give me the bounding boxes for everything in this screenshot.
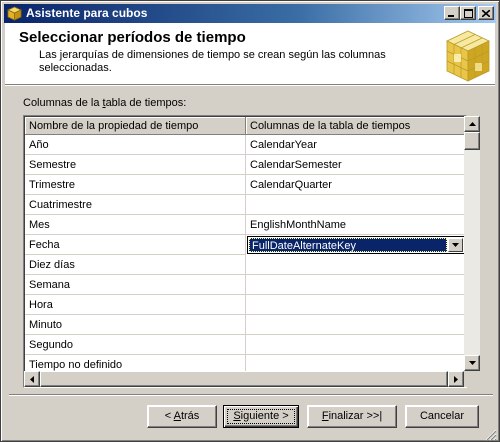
caption-part: Columnas de la [23,97,103,109]
header-divider [5,85,495,86]
property-name-cell[interactable]: Minuto [25,315,246,335]
arrow-left-icon [30,375,34,383]
window-title: Asistente para cubos [26,6,148,20]
cube-wizard-window: Asistente para cubos Seleccionar período… [0,0,500,442]
table-row[interactable]: Minuto [25,315,465,335]
table-row[interactable]: Segundo [25,335,465,355]
back-button[interactable]: < Atrás [147,405,217,428]
cancel-button[interactable]: Cancelar [405,405,479,428]
property-name-cell[interactable]: Semana [25,275,246,295]
scroll-corner [464,371,480,387]
dropdown-selected-value[interactable]: FullDateAlternateKey [249,238,447,252]
cube-app-icon [7,6,22,21]
page-title: Seleccionar períodos de tiempo [19,29,246,46]
cube-graphic-icon [446,30,490,82]
maximize-button[interactable] [460,6,476,20]
table-column-cell[interactable] [246,295,465,315]
scroll-up-button[interactable] [464,116,480,132]
arrow-up-icon [468,122,476,126]
table-column-cell[interactable] [246,315,465,335]
close-button[interactable] [478,6,494,20]
header-property-name[interactable]: Nombre de la propiedad de tiempo [25,117,246,135]
property-name-cell[interactable]: Año [25,135,246,155]
property-name-cell[interactable]: Segundo [25,335,246,355]
table-column-cell[interactable] [246,195,465,215]
property-name-cell[interactable]: Diez días [25,255,246,275]
table-row[interactable]: Semestre CalendarSemester [25,155,465,175]
finish-mnemonic: F [321,410,329,422]
table-row[interactable]: Fecha FullDateAlternateKey [25,235,465,255]
table-column-cell[interactable] [246,255,465,275]
property-name-cell[interactable]: Semestre [25,155,246,175]
property-name-cell[interactable]: Hora [25,295,246,315]
property-name-cell[interactable]: Trimestre [25,175,246,195]
focus-rect [227,409,295,424]
maximize-icon [463,8,473,18]
title-bar[interactable]: Asistente para cubos [4,4,496,23]
table-row[interactable]: Hora [25,295,465,315]
next-button[interactable]: Siguiente > [223,405,299,428]
vertical-scroll-thumb[interactable] [464,132,480,150]
finish-button[interactable]: Finalizar >>| [307,405,397,428]
minimize-button[interactable] [444,6,460,20]
button-separator [9,394,493,396]
table-column-cell[interactable] [246,275,465,295]
arrow-right-icon [454,375,458,383]
horizontal-scrollbar[interactable] [24,371,464,387]
caption-part: abla de tiempos: [105,97,187,109]
back-mnemonic: A [173,410,181,422]
time-columns-grid[interactable]: Nombre de la propiedad de tiempo Columna… [23,115,467,388]
resize-grip-icon[interactable] [485,429,497,441]
minimize-icon [448,15,454,17]
table-column-cell[interactable]: CalendarYear [246,135,465,155]
dropdown-arrow-button[interactable] [448,238,463,252]
table-column-cell[interactable]: EnglishMonthName [246,215,465,235]
column-dropdown[interactable]: FullDateAlternateKey [247,236,465,254]
scroll-right-button[interactable] [448,371,464,387]
table-row[interactable]: Semana [25,275,465,295]
chevron-down-icon [452,243,459,247]
page-subtitle: Las jerarquías de dimensiones de tiempo … [39,49,386,74]
arrow-down-icon [468,361,476,365]
back-label: < [164,410,174,422]
grid-header-row: Nombre de la propiedad de tiempo Columna… [25,117,465,135]
property-name-cell[interactable]: Cuatrimestre [25,195,246,215]
table-column-cell[interactable]: CalendarQuarter [246,175,465,195]
scroll-left-button[interactable] [24,371,40,387]
table-column-cell[interactable] [246,335,465,355]
horizontal-scroll-thumb[interactable] [40,371,448,387]
property-name-cell[interactable]: Fecha [25,235,246,255]
table-row[interactable]: Diez días [25,255,465,275]
vertical-scrollbar[interactable] [464,116,480,371]
table-column-cell[interactable]: CalendarSemester [246,155,465,175]
finish-label: inalizar >>| [328,410,383,422]
scroll-down-button[interactable] [464,355,480,371]
close-icon [482,9,490,17]
grid-caption: Columnas de la tabla de tiempos: [23,97,186,109]
back-label: trás [180,410,200,422]
table-row[interactable]: Trimestre CalendarQuarter [25,175,465,195]
wizard-header: Seleccionar períodos de tiempo Las jerar… [5,23,495,85]
table-row[interactable]: Mes EnglishMonthName [25,215,465,235]
header-table-column[interactable]: Columnas de la tabla de tiempos [246,117,465,135]
property-name-cell[interactable]: Mes [25,215,246,235]
table-row[interactable]: Año CalendarYear [25,135,465,155]
table-row[interactable]: Cuatrimestre [25,195,465,215]
